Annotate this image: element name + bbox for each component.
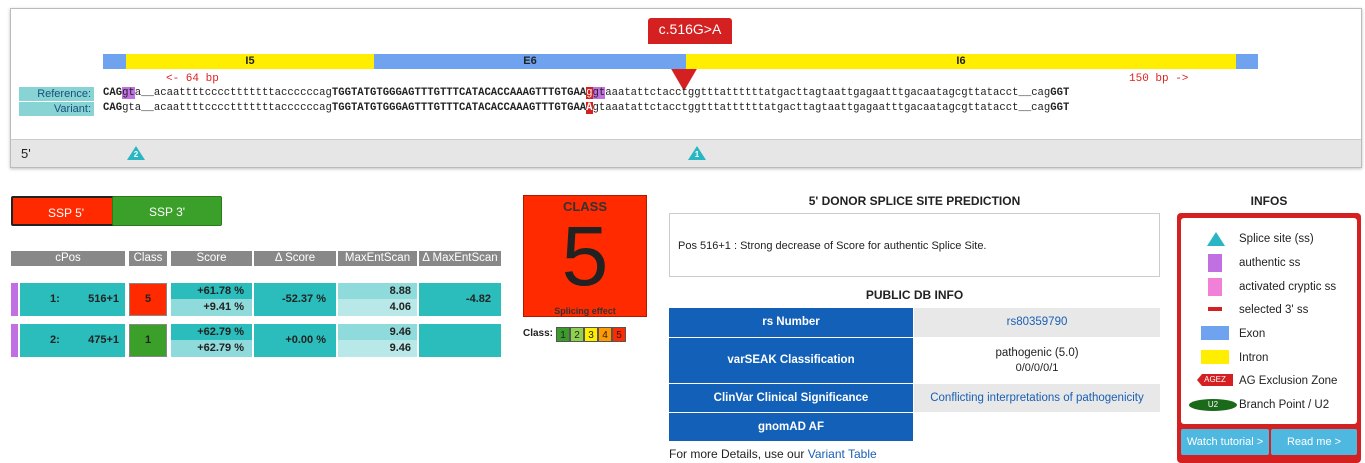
legend-authentic-ss: authentic ss	[1239, 257, 1301, 269]
col-cpos: cPos	[11, 251, 125, 266]
variant-sequence: CAGgta__acaattttcccctttttttaccccccagTGGT…	[103, 102, 1070, 114]
rs-number-link[interactable]: rs80359790	[1007, 316, 1068, 328]
legend-splice-site: Splice site (ss)	[1239, 233, 1314, 245]
table-row-1-mes-b: 4.06	[338, 299, 417, 316]
table-row-2-dmes	[419, 324, 501, 357]
authentic-ss-icon	[1208, 254, 1222, 272]
table-row-2-class: 1	[129, 324, 167, 357]
track-exon-left	[103, 54, 126, 69]
ssp5-button[interactable]: SSP 5'	[11, 196, 121, 226]
prediction-title: 5' DONOR SPLICE SITE PREDICTION	[808, 194, 1021, 208]
splice-site-1-icon[interactable]: 1	[688, 146, 706, 160]
infos-box: AGEZ U2 Splice site (ss) authentic ss ac…	[1177, 213, 1361, 463]
row2-marker	[11, 324, 18, 357]
infos-title: INFOS	[1250, 194, 1288, 208]
legend-branch-point: Branch Point / U2	[1239, 399, 1330, 411]
reference-label: Reference:	[19, 87, 94, 101]
row1-marker	[11, 283, 18, 316]
track-intron-i5: I5	[126, 54, 374, 69]
col-dmaxentscan: Δ MaxEntScan	[419, 251, 501, 266]
exon-icon	[1201, 326, 1229, 340]
varseak-classification: pathogenic (5.0)	[995, 347, 1079, 359]
selected-3ss-icon	[1208, 307, 1222, 311]
intron-icon	[1201, 350, 1229, 364]
track-exon-e6: E6	[374, 54, 686, 69]
class-pill-3: 3	[584, 327, 598, 342]
splice-site-legend-icon	[1207, 232, 1225, 246]
legend-intron: Intron	[1239, 352, 1269, 364]
table-row-2-score-a: +62.79 %	[171, 324, 252, 340]
sequence-viewer: c.516G>A I5 E6 I6 <- 64 bp 150 bp -> Ref…	[10, 8, 1362, 168]
table-row-2-dscore: +0.00 %	[254, 324, 336, 357]
class-pill-1: 1	[556, 327, 570, 342]
col-score: Score	[171, 251, 252, 266]
ssp3-button[interactable]: SSP 3'	[112, 196, 222, 226]
watch-tutorial-button[interactable]: Watch tutorial >	[1181, 429, 1269, 455]
class-value: 5	[561, 209, 609, 303]
agez-icon: AGEZ	[1197, 374, 1233, 386]
col-class: Class	[129, 251, 167, 266]
track-exon-right	[1236, 54, 1258, 69]
publicdb-title: PUBLIC DB INFO	[865, 288, 964, 302]
clinvar-link[interactable]: Conflicting interpretations of pathogeni…	[930, 392, 1144, 404]
db-row-gnomad: gnomAD AF	[669, 413, 1160, 441]
variant-table-link[interactable]: Variant Table	[808, 447, 877, 461]
branch-point-icon: U2	[1189, 399, 1237, 411]
col-maxentscan: MaxEntScan	[338, 251, 417, 266]
table-row-1-class: 5	[129, 283, 167, 316]
prediction-text: Pos 516+1 : Strong decrease of Score for…	[678, 240, 987, 252]
db-row-clinvar: ClinVar Clinical Significance Conflictin…	[669, 384, 1160, 412]
class-pill-2: 2	[570, 327, 584, 342]
legend-agez: AG Exclusion Zone	[1239, 375, 1338, 387]
cryptic-ss-icon	[1208, 278, 1222, 296]
prediction-box: Pos 516+1 : Strong decrease of Score for…	[669, 213, 1160, 277]
col-dscore: Δ Score	[254, 251, 336, 266]
class-legend: 12345	[556, 327, 626, 342]
table-row-1-score-a: +61.78 %	[171, 283, 252, 299]
track-intron-i6: I6	[686, 54, 1236, 69]
table-row-1-cpos[interactable]: 1: 516+1	[20, 283, 125, 316]
distance-left: <- 64 bp	[166, 73, 219, 85]
db-row-rs: rs Number rs80359790	[669, 308, 1160, 337]
class-subtitle: Splicing effect	[554, 306, 616, 316]
table-row-2-cpos[interactable]: 2: 475+1	[20, 324, 125, 357]
distance-right: 150 bp ->	[1129, 73, 1189, 85]
table-row-2-score-b: +62.79 %	[171, 340, 252, 357]
viewer-footer: 5' 2 1	[11, 139, 1361, 167]
variant-label: Variant:	[19, 102, 94, 116]
class-pill-4: 4	[598, 327, 612, 342]
splice-site-2-icon[interactable]: 2	[127, 146, 145, 160]
table-row-1-dmes: -4.82	[419, 283, 501, 316]
table-row-2-mes-b: 9.46	[338, 340, 417, 357]
read-me-button[interactable]: Read me >	[1271, 429, 1357, 455]
class-box: CLASS 5 Splicing effect	[523, 195, 647, 317]
db-row-varseak: varSEAK Classification pathogenic (5.0) …	[669, 338, 1160, 383]
reference-sequence: CAGgta__acaattttcccctttttttaccccccagTGGT…	[103, 87, 1070, 99]
legend-cryptic-ss: activated cryptic ss	[1239, 281, 1337, 293]
table-row-1-mes-a: 8.88	[338, 283, 417, 299]
table-row-1-dscore: -52.37 %	[254, 283, 336, 316]
legend-selected-3ss: selected 3' ss	[1239, 304, 1309, 316]
table-row-2-mes-a: 9.46	[338, 324, 417, 340]
variant-flag: c.516G>A	[648, 18, 732, 44]
class-pill-5: 5	[612, 327, 626, 342]
five-prime-label: 5'	[21, 146, 31, 161]
legend-exon: Exon	[1239, 328, 1266, 340]
table-row-1-score-b: +9.41 %	[171, 299, 252, 316]
varseak-votes: 0/0/0/0/1	[1015, 362, 1059, 374]
details-line: For more Details, use our Variant Table	[669, 447, 877, 461]
class-legend-label: Class:	[523, 328, 554, 339]
